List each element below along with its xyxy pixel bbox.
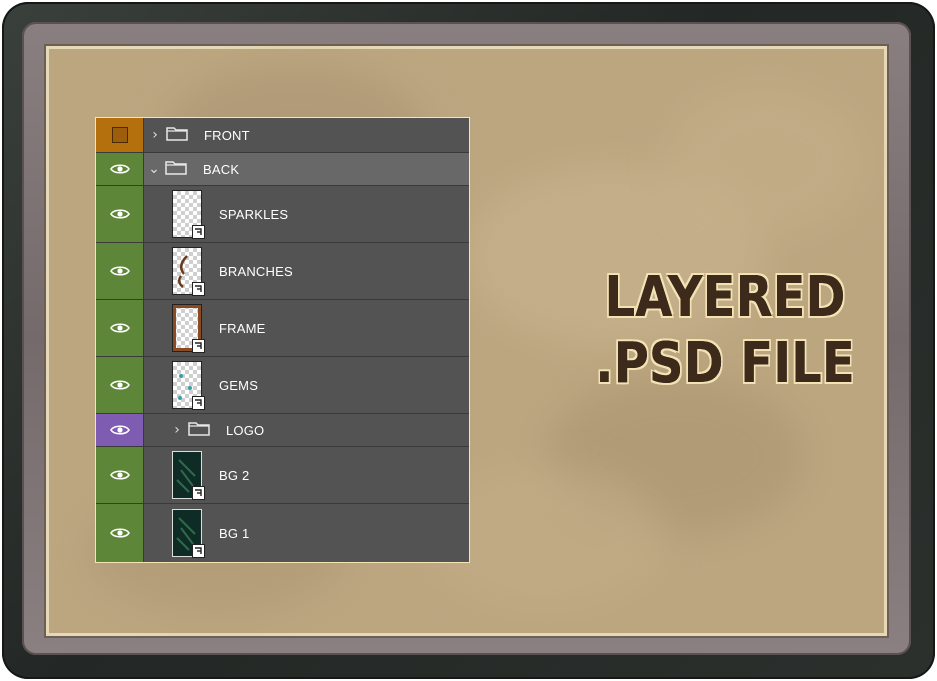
layer-row-bg-1[interactable]: BG 1 xyxy=(96,504,469,562)
layer-name: BG 2 xyxy=(219,467,250,483)
eye-icon xyxy=(109,164,130,174)
promo-line-1: LAYERED xyxy=(604,265,846,330)
smart-object-icon xyxy=(192,225,205,239)
smart-object-icon xyxy=(192,544,205,558)
layer-thumbnail xyxy=(172,247,205,296)
layer-name: BG 1 xyxy=(219,525,250,541)
eye-icon xyxy=(109,266,130,276)
layer-row-gems[interactable]: GEMS xyxy=(96,357,469,414)
layer-row-frame[interactable]: FRAME xyxy=(96,300,469,357)
eye-icon xyxy=(109,470,130,480)
layer-row-front[interactable]: › FRONT xyxy=(96,118,469,153)
smart-object-icon xyxy=(192,396,205,410)
smart-object-icon xyxy=(192,282,205,296)
layer-row-sparkles[interactable]: SPARKLES xyxy=(96,186,469,243)
layer-row-logo[interactable]: › LOGO xyxy=(96,414,469,447)
layer-row-branches[interactable]: BRANCHES xyxy=(96,243,469,300)
chevron-right-icon[interactable]: › xyxy=(170,422,184,438)
folder-icon xyxy=(188,420,210,440)
visibility-toggle[interactable] xyxy=(96,243,144,299)
layer-thumbnail xyxy=(172,451,205,500)
chevron-down-icon[interactable]: ⌄ xyxy=(147,161,161,177)
smart-object-icon xyxy=(192,339,205,353)
smart-object-icon xyxy=(192,486,205,500)
layer-name: LOGO xyxy=(226,422,265,438)
layers-panel: › FRONT ⌄ BACK SPARKLES BRANCHES FRAME G… xyxy=(96,118,469,562)
visibility-toggle[interactable] xyxy=(96,153,144,185)
eye-icon xyxy=(109,528,130,538)
hidden-visibility-icon xyxy=(111,127,128,143)
layer-thumbnail xyxy=(172,304,205,353)
visibility-toggle[interactable] xyxy=(96,447,144,503)
eye-icon xyxy=(109,380,130,390)
visibility-toggle[interactable] xyxy=(96,357,144,413)
layer-name: GEMS xyxy=(219,377,259,393)
eye-icon xyxy=(109,425,130,435)
visibility-toggle[interactable] xyxy=(96,300,144,356)
visibility-toggle[interactable] xyxy=(96,118,144,152)
layer-name: SPARKLES xyxy=(219,206,289,222)
folder-icon xyxy=(166,125,188,145)
folder-icon xyxy=(165,159,187,179)
layer-name: BRANCHES xyxy=(219,263,293,279)
layer-name: BACK xyxy=(203,161,240,177)
layer-thumbnail xyxy=(172,509,205,558)
visibility-toggle[interactable] xyxy=(96,504,144,562)
layer-row-back[interactable]: ⌄ BACK xyxy=(96,153,469,186)
promo-line-2: .PSD FILE xyxy=(595,331,855,396)
layer-row-bg-2[interactable]: BG 2 xyxy=(96,447,469,504)
layer-name: FRAME xyxy=(219,320,266,336)
visibility-toggle[interactable] xyxy=(96,414,144,446)
chevron-right-icon[interactable]: › xyxy=(148,127,162,143)
eye-icon xyxy=(109,323,130,333)
layer-name: FRONT xyxy=(204,127,250,143)
eye-icon xyxy=(109,209,130,219)
layer-thumbnail xyxy=(172,361,205,410)
layer-thumbnail xyxy=(172,190,205,239)
promo-headline: LAYERED .PSD FILE xyxy=(560,265,890,397)
visibility-toggle[interactable] xyxy=(96,186,144,242)
